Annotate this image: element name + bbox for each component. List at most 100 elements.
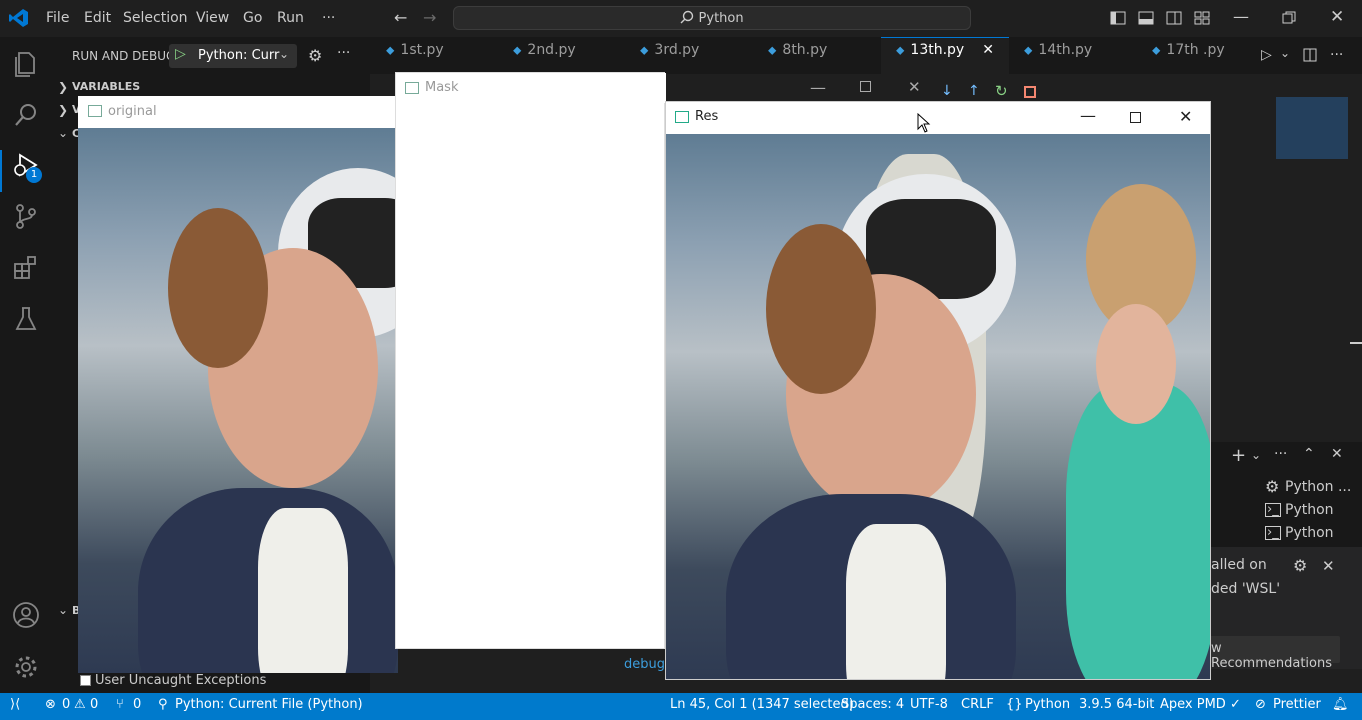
indentation[interactable]: Spaces: 4	[841, 697, 904, 712]
notification-close-icon[interactable]: ✕	[1322, 557, 1335, 575]
chevron-down-icon[interactable]: ⌄	[58, 603, 68, 617]
notification-text: ded 'WSL'	[1211, 581, 1281, 597]
run-file-icon[interactable]: ▷	[1261, 47, 1272, 63]
warnings-icon[interactable]: ⚠	[74, 697, 86, 712]
apex-pmd[interactable]: Apex PMD ✓	[1160, 697, 1241, 712]
menu-more[interactable]: ···	[322, 10, 335, 26]
command-center-search[interactable]: Python	[453, 6, 971, 30]
errors-count[interactable]: 0	[62, 697, 70, 712]
split-editor-icon[interactable]	[1303, 48, 1317, 62]
remote-indicator-icon[interactable]: ⟩⟨	[10, 697, 20, 712]
cursor-position[interactable]: Ln 45, Col 1 (1347 selected)	[670, 697, 854, 712]
manage-gear-icon[interactable]	[10, 651, 42, 683]
stop-icon[interactable]	[1024, 86, 1036, 98]
chevron-right-icon[interactable]: ❯	[58, 80, 68, 94]
terminal-item-1[interactable]: Python ...	[1285, 479, 1351, 495]
tab-13th[interactable]: ⬥ 13th.py ✕	[896, 42, 994, 72]
tab-3rd[interactable]: ⬥ 3rd.py	[640, 42, 699, 72]
eol[interactable]: CRLF	[961, 697, 994, 712]
terminal-item-2[interactable]: Python	[1285, 502, 1334, 518]
toggle-panel-icon[interactable]	[1138, 10, 1154, 26]
tab-label: 14th.py	[1038, 42, 1093, 58]
search-view-icon[interactable]	[10, 99, 42, 131]
minimap-slider[interactable]	[1276, 97, 1348, 159]
menu-selection[interactable]: Selection	[123, 10, 188, 26]
new-terminal-plus-icon[interactable]: +	[1231, 445, 1246, 466]
debug-status[interactable]: Python: Current File (Python)	[175, 697, 363, 712]
original-window[interactable]: original	[78, 96, 398, 673]
show-recommendations-button[interactable]: w Recommendations	[1209, 636, 1340, 671]
window-titlebar[interactable]: original	[78, 96, 398, 126]
tab-2nd[interactable]: ⬥ 2nd.py	[513, 42, 576, 72]
extensions-icon[interactable]	[10, 252, 42, 284]
menu-view[interactable]: View	[196, 10, 229, 26]
maximize-icon[interactable]	[1130, 112, 1141, 123]
ports-icon[interactable]: ⑂	[116, 697, 124, 712]
debug-settings-gear-icon[interactable]: ⚙	[308, 46, 322, 65]
menu-go[interactable]: Go	[243, 10, 262, 26]
minimize-icon[interactable]: —	[1080, 106, 1096, 125]
menu-edit[interactable]: Edit	[84, 10, 111, 26]
maximize-panel-icon[interactable]: ⌃	[1303, 446, 1315, 462]
window-titlebar[interactable]: Res — ✕	[666, 102, 1210, 132]
activity-bar: 1	[0, 37, 52, 693]
maximize-icon[interactable]	[860, 81, 871, 92]
forward-arrow-icon[interactable]: →	[423, 8, 436, 27]
menu-run[interactable]: Run	[277, 10, 304, 26]
language-mode[interactable]: Python	[1025, 697, 1070, 712]
mask-window[interactable]: Mask	[395, 72, 666, 649]
close-window-icon[interactable]: ✕	[1179, 107, 1192, 126]
minimize-icon[interactable]: —	[810, 78, 826, 97]
restart-icon[interactable]: ↻	[995, 82, 1008, 100]
editor-more-icon[interactable]: ···	[1330, 47, 1343, 63]
toggle-primary-sidebar-icon[interactable]	[1110, 10, 1126, 26]
tab-17th[interactable]: ⬥ 17th .py	[1152, 42, 1225, 72]
chevron-down-icon[interactable]: ⌄	[1280, 46, 1290, 60]
menu-file[interactable]: File	[46, 10, 69, 26]
close-tab-icon[interactable]: ✕	[982, 42, 994, 58]
more-actions-icon[interactable]: ···	[337, 45, 350, 61]
chevron-down-icon[interactable]: ⌄	[1251, 448, 1261, 462]
accounts-icon[interactable]	[10, 599, 42, 631]
tab-1st[interactable]: ⬥ 1st.py	[386, 42, 444, 72]
notification-gear-icon[interactable]: ⚙	[1293, 556, 1307, 575]
testing-flask-icon[interactable]	[10, 303, 42, 335]
tab-label: 2nd.py	[527, 42, 576, 58]
hair-shape	[168, 208, 268, 368]
customize-layout-icon[interactable]	[1194, 10, 1210, 26]
close-panel-icon[interactable]: ✕	[1331, 446, 1343, 462]
active-view-indicator	[0, 150, 2, 192]
res-window[interactable]: Res — ✕	[665, 101, 1211, 680]
close-window-icon[interactable]: ✕	[908, 78, 921, 96]
back-arrow-icon[interactable]: ←	[394, 8, 407, 27]
panel-more-icon[interactable]: ···	[1274, 446, 1287, 462]
step-into-icon[interactable]: ↓	[941, 83, 953, 99]
minimize-icon[interactable]: —	[1233, 7, 1249, 26]
explorer-icon[interactable]	[10, 47, 42, 79]
start-debug-icon[interactable]: ▷	[175, 46, 186, 62]
prettier[interactable]: Prettier	[1273, 697, 1321, 712]
toggle-secondary-sidebar-icon[interactable]	[1166, 10, 1182, 26]
chevron-right-icon[interactable]: ❯	[58, 103, 68, 117]
notifications-bell-icon[interactable]: 🔔︎	[1332, 697, 1349, 712]
terminal-item-3[interactable]: Python	[1285, 525, 1334, 541]
variables-section[interactable]: VARIABLES	[72, 80, 140, 93]
debug-status-icon[interactable]: ⚲	[158, 697, 168, 712]
source-control-icon[interactable]	[10, 200, 42, 232]
step-out-icon[interactable]: ↑	[968, 83, 980, 99]
restore-icon[interactable]	[1282, 11, 1296, 25]
tab-14th[interactable]: ⬥ 14th.py	[1024, 42, 1092, 72]
errors-icon[interactable]: ⊗	[45, 697, 56, 712]
tab-8th[interactable]: ⬥ 8th.py	[768, 42, 827, 72]
chevron-down-icon[interactable]: ⌄	[58, 126, 68, 140]
window-titlebar[interactable]: Mask	[396, 73, 666, 103]
ports-count[interactable]: 0	[133, 697, 141, 712]
tab-label: 8th.py	[782, 42, 828, 58]
encoding[interactable]: UTF-8	[910, 697, 948, 712]
uncaught-exceptions-checkbox[interactable]	[80, 675, 91, 686]
window-title: Mask	[425, 80, 459, 95]
close-window-icon[interactable]: ✕	[1330, 7, 1344, 27]
debug-config-select[interactable]: ▷ Python: Curr ⌄	[169, 44, 297, 68]
warnings-count[interactable]: 0	[90, 697, 98, 712]
interpreter-version[interactable]: 3.9.5 64-bit	[1079, 697, 1154, 712]
